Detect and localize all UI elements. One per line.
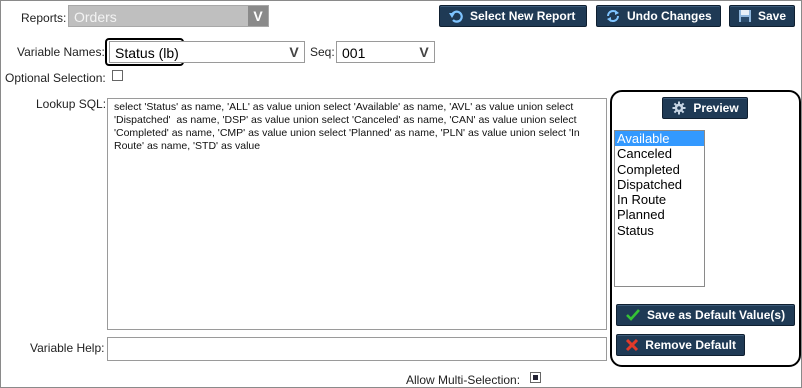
save-button[interactable]: Save bbox=[729, 5, 795, 27]
seq-select[interactable]: 001 V bbox=[336, 41, 435, 63]
undo-changes-label: Undo Changes bbox=[627, 9, 712, 23]
list-item[interactable]: Status bbox=[615, 223, 704, 238]
select-new-report-button[interactable]: Select New Report bbox=[439, 5, 587, 27]
save-as-default-label: Save as Default Value(s) bbox=[647, 308, 786, 322]
list-item[interactable]: Canceled bbox=[615, 146, 704, 161]
report-variable-editor: Reports: Orders V Select New Report Undo… bbox=[0, 0, 802, 388]
chevron-down-icon: V bbox=[248, 6, 268, 26]
reports-select-value: Orders bbox=[74, 9, 117, 25]
chevron-down-icon: V bbox=[284, 42, 304, 62]
reports-label: Reports: bbox=[21, 11, 67, 25]
variable-name-select[interactable]: Status (lb) V bbox=[109, 41, 305, 63]
optional-selection-label: Optional Selection: bbox=[5, 71, 106, 85]
select-new-report-label: Select New Report bbox=[470, 9, 576, 23]
preview-listbox[interactable]: Available Canceled Completed Dispatched … bbox=[614, 130, 705, 287]
save-label: Save bbox=[758, 9, 787, 23]
allow-multi-selection-label: Allow Multi-Selection: bbox=[406, 373, 521, 387]
checkmark-icon bbox=[625, 307, 641, 323]
list-item[interactable]: Completed bbox=[615, 162, 704, 177]
optional-selection-checkbox[interactable] bbox=[112, 70, 123, 81]
remove-default-label: Remove Default bbox=[645, 338, 736, 352]
refresh-icon bbox=[605, 8, 621, 24]
red-x-icon bbox=[625, 337, 639, 353]
variable-name-value: Status (lb) bbox=[115, 45, 179, 61]
lookup-sql-textarea[interactable]: select 'Status' as name, 'ALL' as value … bbox=[107, 98, 607, 330]
remove-default-button[interactable]: Remove Default bbox=[616, 334, 745, 356]
save-as-default-button[interactable]: Save as Default Value(s) bbox=[616, 304, 795, 326]
preview-label: Preview bbox=[693, 101, 739, 115]
preview-button[interactable]: Preview bbox=[662, 97, 748, 119]
list-item[interactable]: Dispatched bbox=[615, 177, 704, 192]
allow-multi-selection-checkbox[interactable] bbox=[530, 372, 541, 383]
list-item[interactable]: Planned bbox=[615, 207, 704, 222]
list-item[interactable]: In Route bbox=[615, 192, 704, 207]
variable-help-input[interactable] bbox=[107, 337, 607, 361]
seq-value: 001 bbox=[342, 45, 366, 61]
gear-icon bbox=[671, 100, 687, 116]
list-item[interactable]: Available bbox=[615, 131, 704, 147]
variable-names-label: Variable Names: bbox=[17, 45, 105, 59]
variable-help-label: Variable Help: bbox=[30, 341, 105, 355]
seq-label: Seq: bbox=[310, 45, 335, 59]
floppy-disk-icon bbox=[738, 8, 752, 24]
undo-arrow-icon bbox=[448, 8, 464, 24]
reports-select[interactable]: Orders V bbox=[68, 5, 269, 27]
chevron-down-icon: V bbox=[414, 42, 434, 62]
undo-changes-button[interactable]: Undo Changes bbox=[596, 5, 721, 27]
lookup-sql-label: Lookup SQL: bbox=[36, 97, 107, 111]
